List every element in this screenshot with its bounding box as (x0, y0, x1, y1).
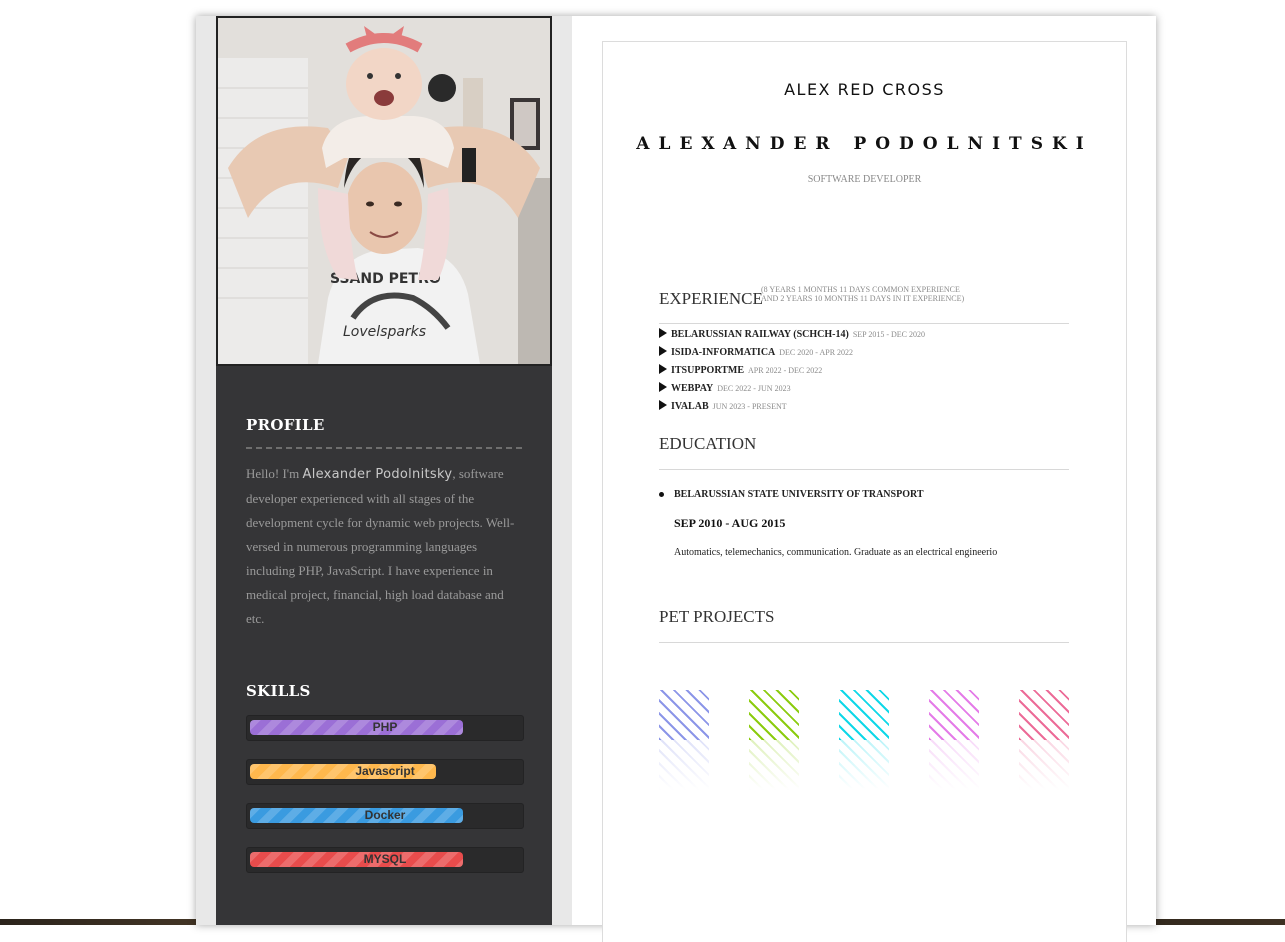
project-reflection (749, 740, 799, 790)
profile-text: Hello! I'm Alexander Podolnitsky, softwa… (246, 462, 518, 631)
job-item[interactable]: IVALAB JUN 2023 - PRESENT (659, 400, 787, 412)
profile-photo-illustration: SSAND PETRO Lovelsparks (218, 18, 550, 364)
project-reflection (929, 740, 979, 790)
bullet-icon (659, 492, 664, 497)
job-role: SOFTWARE DEVELOPER (807, 174, 922, 185)
skill-label: PHP (372, 720, 398, 734)
main-content: ALEX RED CROSS ALEXANDER PODOLNITSKI SOF… (602, 41, 1127, 942)
expand-triangle-icon[interactable] (659, 346, 667, 356)
education-heading: EDUCATION (659, 434, 757, 453)
job-dates: DEC 2020 - APR 2022 (779, 348, 854, 357)
job-dates: SEP 2015 - DEC 2020 (852, 330, 925, 339)
skill-label: MYSQL (363, 852, 407, 866)
profile-name: Alexander Podolnitsky (302, 467, 453, 482)
job-item[interactable]: ISIDA-INFORMATICA DEC 2020 - APR 2022 (659, 346, 853, 358)
job-company: BELARUSSIAN RAILWAY (SCHCH-14) (671, 329, 849, 340)
project-reflection (1019, 740, 1069, 790)
profile-photo: SSAND PETRO Lovelsparks (216, 16, 552, 366)
job-item[interactable]: ITSUPPORTME APR 2022 - DEC 2022 (659, 364, 822, 376)
skill-javascript: Javascript (246, 759, 524, 785)
project-tile[interactable] (1019, 690, 1069, 790)
job-dates: DEC 2022 - JUN 2023 (717, 384, 791, 393)
project-reflection (839, 740, 889, 790)
expand-triangle-icon[interactable] (659, 400, 667, 410)
skill-label: Docker (364, 808, 406, 822)
skill-mysql: MYSQL (246, 847, 524, 873)
job-company: IVALAB (671, 401, 709, 412)
job-company: ISIDA-INFORMATICA (671, 347, 776, 358)
project-thumbnail[interactable] (749, 690, 799, 740)
svg-text:Lovelsparks: Lovelsparks (343, 324, 426, 340)
projects-heading: PET PROJECTS (659, 607, 775, 626)
skill-label: Javascript (355, 764, 415, 778)
resume-card: SSAND PETRO Lovelsparks PROFILE Hello! I… (196, 16, 1156, 942)
experience-note-line2: AND 2 YEARS 10 MONTHS 11 DAYS IN IT EXPE… (761, 294, 965, 303)
expand-triangle-icon[interactable] (659, 328, 667, 338)
project-tile[interactable] (749, 690, 799, 790)
profile-description: , software developer experienced with al… (246, 466, 515, 626)
education-description: Automatics, telemechanics, communication… (674, 547, 998, 558)
experience-note-line1: (8 YEARS 1 MONTHS 11 DAYS COMMON EXPERIE… (761, 285, 960, 294)
project-thumbnail[interactable] (929, 690, 979, 740)
projects-divider (659, 642, 1069, 643)
project-reflection (659, 740, 709, 790)
profile-intro: Hello! I'm (246, 466, 303, 481)
experience-heading: EXPERIENCE (659, 289, 763, 308)
job-company: WEBPAY (671, 383, 714, 394)
experience-divider (659, 323, 1069, 324)
project-tile[interactable] (659, 690, 709, 790)
sidebar: SSAND PETRO Lovelsparks PROFILE Hello! I… (216, 16, 552, 925)
education-dates: SEP 2010 - AUG 2015 (674, 516, 786, 530)
job-dates: JUN 2023 - PRESENT (712, 402, 787, 411)
brand-logo[interactable]: ALEX RED CROSS (603, 80, 1126, 99)
full-name: ALEXANDER PODOLNITSKI (636, 134, 1093, 154)
project-thumbnail[interactable] (659, 690, 709, 740)
job-item[interactable]: BELARUSSIAN RAILWAY (SCHCH-14) SEP 2015 -… (659, 328, 925, 340)
project-thumbnail[interactable] (1019, 690, 1069, 740)
skill-docker: Docker (246, 803, 524, 829)
expand-triangle-icon[interactable] (659, 382, 667, 392)
project-tile[interactable] (929, 690, 979, 790)
project-tile[interactable] (839, 690, 889, 790)
education-school: BELARUSSIAN STATE UNIVERSITY OF TRANSPOR… (674, 489, 924, 500)
experience-note: (8 YEARS 1 MONTHS 11 DAYS COMMON EXPERIE… (761, 285, 964, 303)
profile-heading: PROFILE (246, 416, 325, 434)
expand-triangle-icon[interactable] (659, 364, 667, 374)
job-dates: APR 2022 - DEC 2022 (748, 366, 823, 375)
project-thumbnail[interactable] (839, 690, 889, 740)
skills-heading: SKILLS (246, 682, 311, 700)
education-divider (659, 469, 1069, 470)
profile-divider (246, 447, 522, 449)
skill-php: PHP (246, 715, 524, 741)
job-item[interactable]: WEBPAY DEC 2022 - JUN 2023 (659, 382, 791, 394)
job-company: ITSUPPORTME (671, 365, 744, 376)
